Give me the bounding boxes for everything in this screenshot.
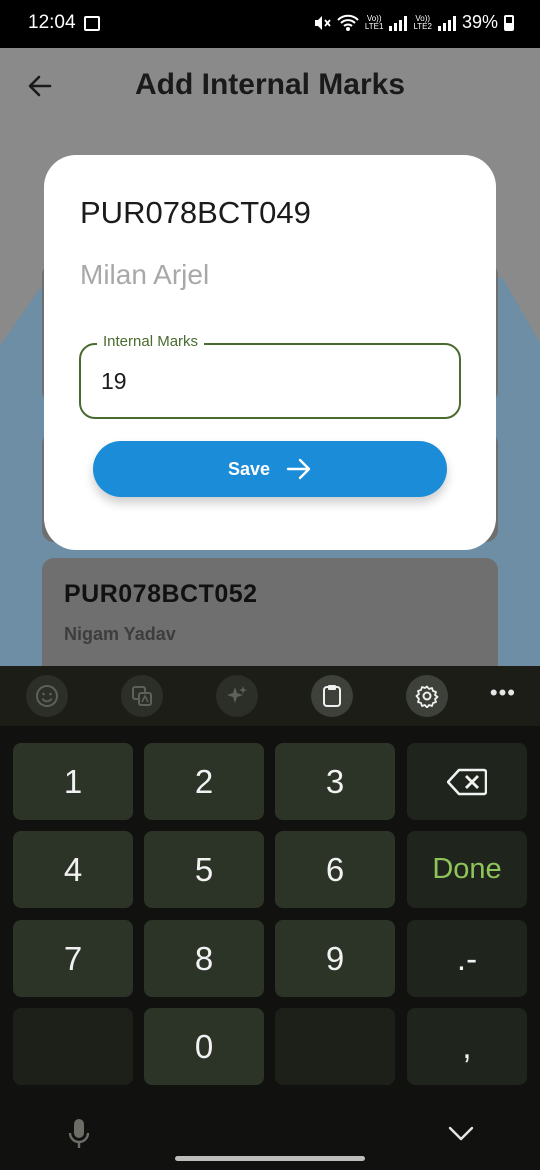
sim1-indicator: Vo)) LTE1 [364, 13, 384, 31]
signal-icon [437, 15, 456, 31]
backspace-key[interactable] [407, 743, 527, 820]
blank-key [275, 1008, 395, 1085]
key-8[interactable]: 8 [144, 920, 264, 997]
wifi-icon [337, 14, 359, 31]
key-1[interactable]: 1 [13, 743, 133, 820]
internal-marks-label: Internal Marks [97, 333, 205, 350]
clipboard-icon[interactable] [311, 675, 353, 717]
battery-icon [504, 14, 514, 31]
internal-marks-dialog: PUR078BCT049 Milan Arjel Internal Marks … [44, 155, 496, 550]
status-icons: Vo)) LTE1 Vo)) LTE2 39% [313, 12, 514, 33]
sim2-indicator: Vo)) LTE2 [413, 13, 432, 31]
mute-icon [314, 15, 331, 30]
chevron-down-icon[interactable] [448, 1126, 474, 1142]
key-4[interactable]: 4 [13, 831, 133, 908]
dialog-student-name: Milan Arjel [80, 259, 210, 290]
key-2[interactable]: 2 [144, 743, 264, 820]
key-0[interactable]: 0 [144, 1008, 264, 1085]
navigation-handle[interactable] [175, 1156, 365, 1161]
status-time: 12:04 [28, 12, 76, 33]
more-icon[interactable]: ••• [490, 680, 516, 706]
status-bar: 12:04 Vo)) LTE1 Vo)) LTE2 39% [0, 0, 540, 48]
settings-icon[interactable] [406, 675, 448, 717]
save-button-label: Save [227, 458, 271, 479]
key-3[interactable]: 3 [275, 743, 395, 820]
key-5[interactable]: 5 [144, 831, 264, 908]
keyboard-toolbar: ••• [0, 666, 540, 726]
key-6[interactable]: 6 [275, 831, 395, 908]
key-7[interactable]: 7 [13, 920, 133, 997]
done-key[interactable]: Done [407, 831, 527, 908]
internal-marks-field[interactable]: Internal Marks [79, 333, 461, 419]
list-item-roll: PUR078BCT052 [64, 580, 258, 608]
battery-percent: 39% [461, 12, 498, 32]
internal-marks-input[interactable] [101, 365, 431, 397]
save-button[interactable]: Save [93, 441, 447, 497]
emoji-icon[interactable] [26, 675, 68, 717]
app-bar: Add Internal Marks [0, 48, 540, 124]
backspace-icon [447, 768, 487, 795]
blank-key [13, 1008, 133, 1085]
list-item-name: Nigam Yadav [64, 624, 176, 644]
signal-icon [389, 15, 408, 31]
numeric-keyboard: ••• 1 2 3 4 5 6 Done 7 8 9 .- 0 , [0, 666, 540, 1170]
translate-icon[interactable] [121, 675, 163, 717]
comma-key[interactable]: , [407, 1008, 527, 1085]
dialog-roll-number: PUR078BCT049 [80, 195, 311, 230]
list-item[interactable]: PUR078BCT052 Nigam Yadav [42, 558, 498, 666]
dot-dash-key[interactable]: .- [407, 920, 527, 997]
arrow-right-icon [286, 458, 311, 480]
image-icon [84, 16, 100, 31]
microphone-icon[interactable] [68, 1118, 90, 1150]
page-title: Add Internal Marks [134, 68, 406, 101]
key-9[interactable]: 9 [275, 920, 395, 997]
sparkle-icon[interactable] [216, 675, 258, 717]
